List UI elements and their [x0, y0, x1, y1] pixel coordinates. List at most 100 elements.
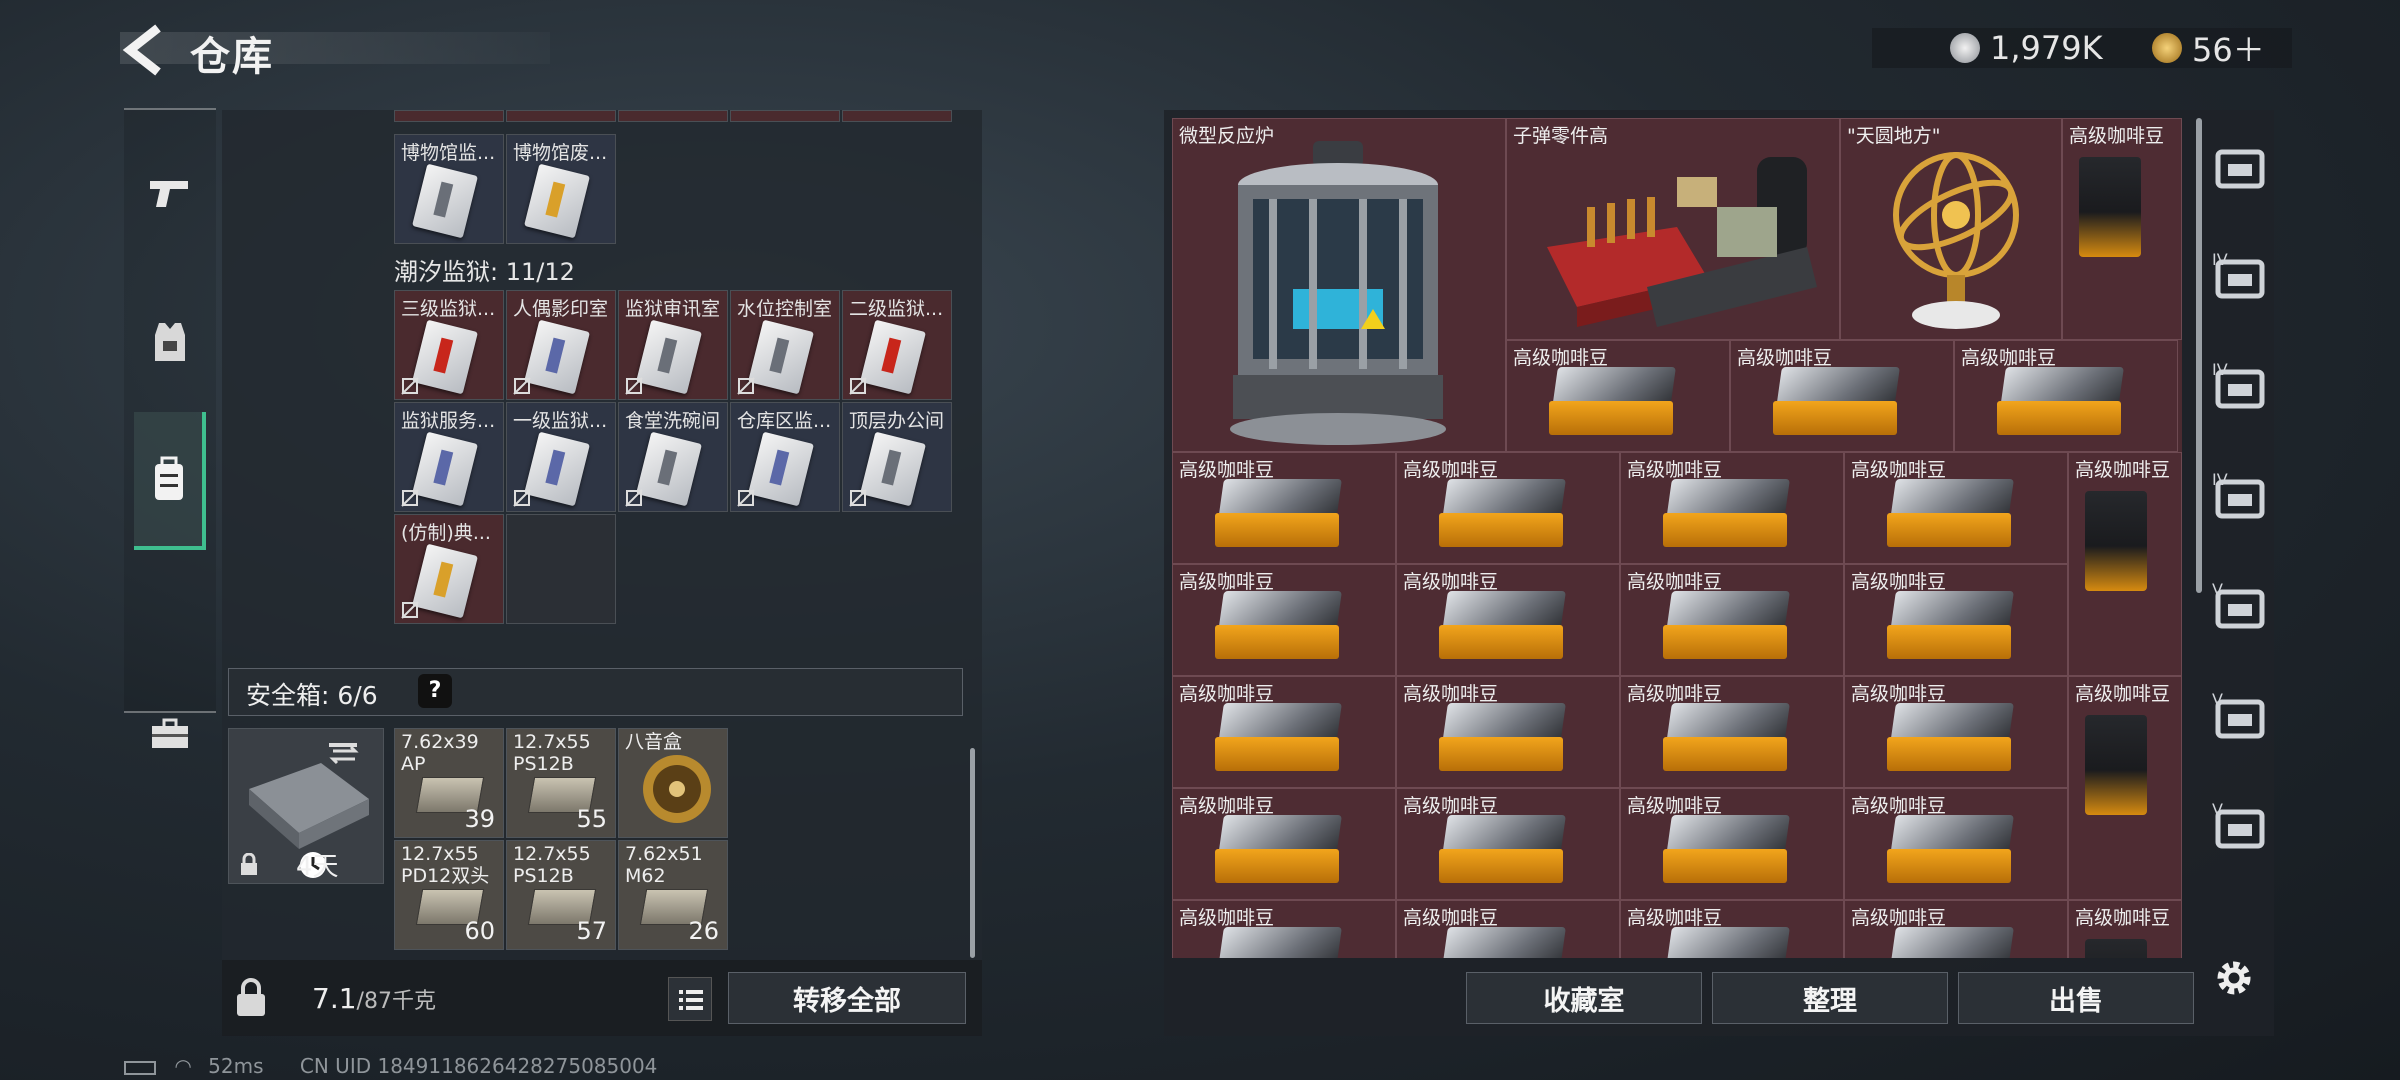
item-premium-coffee[interactable]: 高级咖啡豆: [1730, 340, 1954, 452]
help-button[interactable]: ?: [418, 674, 452, 708]
toolbox-v-icon[interactable]: V: [2212, 580, 2268, 636]
section-title: 潮汐监狱: 11/12: [394, 258, 575, 286]
safe-box-label: 安全箱: 6/6: [246, 681, 378, 710]
item-keycard[interactable]: 水位控制室: [730, 290, 840, 400]
coffee-bag-icon: [1215, 815, 1345, 887]
item-ammo[interactable]: 12.7x55 PD12双头 60: [394, 840, 504, 950]
item-bullet-parts[interactable]: 子弹零件高: [1506, 118, 1840, 340]
wifi-icon: ◠: [174, 1054, 192, 1078]
item-keycard[interactable]: 一级监狱...: [506, 402, 616, 512]
armor-vest-icon[interactable]: [134, 306, 206, 378]
no-link-icon: [625, 377, 643, 395]
item-premium-coffee[interactable]: 高级咖啡豆: [1620, 564, 1844, 676]
item-label: 高级咖啡豆: [1403, 459, 1499, 481]
item-premium-coffee[interactable]: 高级咖啡豆: [1396, 452, 1620, 564]
item-premium-coffee[interactable]: 高级咖啡豆: [1620, 788, 1844, 900]
item-keycard[interactable]: 监狱服务...: [394, 402, 504, 512]
item-premium-coffee[interactable]: 高级咖啡豆: [1506, 340, 1730, 452]
collection-room-button[interactable]: 收藏室: [1466, 972, 1702, 1024]
item-ammo[interactable]: 12.7x55 PS12B 57: [506, 840, 616, 950]
item-keycard[interactable]: 监狱审讯室: [618, 290, 728, 400]
item-label: 高级咖啡豆: [1627, 907, 1723, 929]
item-premium-coffee[interactable]: 高级咖啡豆: [1172, 564, 1396, 676]
item-premium-coffee[interactable]: 高级咖啡豆: [1396, 900, 1620, 958]
gear-case-v-icon[interactable]: V: [2212, 690, 2268, 746]
pistol-icon[interactable]: [134, 158, 206, 230]
item-label: "天圆地方": [1847, 125, 1941, 147]
briefcase-icon[interactable]: [134, 698, 206, 770]
folder-iv-icon[interactable]: IV: [2212, 360, 2268, 416]
item-premium-coffee[interactable]: 高级咖啡豆: [1172, 676, 1396, 788]
item-premium-coffee[interactable]: 高级咖啡豆: [2068, 452, 2182, 676]
gold-currency[interactable]: 56＋: [2152, 28, 2265, 69]
coffee-bag-icon: [1663, 927, 1793, 958]
item-premium-coffee[interactable]: 高级咖啡豆: [1844, 788, 2068, 900]
item-premium-coffee[interactable]: 高级咖啡豆: [1620, 900, 1844, 958]
gold-amount: 56＋: [2192, 31, 2265, 69]
item-premium-coffee[interactable]: 高级咖啡豆: [1172, 900, 1396, 958]
helmet-shelf-icon[interactable]: [2212, 140, 2268, 196]
no-link-icon: [737, 489, 755, 507]
item-ammo[interactable]: 12.7x55 PS12B 55: [506, 728, 616, 838]
item-music-box[interactable]: 八音盒: [618, 728, 728, 838]
item-micro-reactor[interactable]: 微型反应炉: [1172, 118, 1506, 452]
item-armillary-sphere[interactable]: "天圆地方": [1840, 118, 2062, 340]
keycard-icon: [860, 431, 926, 507]
warehouse-scrollbar[interactable]: [2196, 118, 2202, 593]
item-label: 三级监狱...: [401, 298, 496, 320]
item-keycard[interactable]: (仿制)典...: [394, 514, 504, 624]
item-premium-coffee[interactable]: 高级咖啡豆: [1844, 452, 2068, 564]
item-label: 监狱服务...: [401, 410, 496, 432]
coffee-bag-icon: [1215, 479, 1345, 551]
camera-v-icon[interactable]: V: [2212, 800, 2268, 856]
item-premium-coffee[interactable]: 高级咖啡豆: [2068, 900, 2182, 958]
transfer-all-button[interactable]: 转移全部: [728, 972, 966, 1024]
item-premium-coffee[interactable]: 高级咖啡豆: [1396, 788, 1620, 900]
item-premium-coffee[interactable]: 高级咖啡豆: [1954, 340, 2178, 452]
item-keycard[interactable]: 三级监狱...: [394, 290, 504, 400]
item-premium-coffee[interactable]: 高级咖啡豆: [1396, 564, 1620, 676]
back-arrow-icon[interactable]: [120, 22, 172, 78]
item-premium-coffee[interactable]: 高级咖啡豆: [1620, 452, 1844, 564]
item-keycard[interactable]: 仓库区监...: [730, 402, 840, 512]
organize-button[interactable]: 整理: [1712, 972, 1948, 1024]
item-premium-coffee[interactable]: 高级咖啡豆: [1172, 788, 1396, 900]
settings-gear-icon[interactable]: [2212, 956, 2256, 1004]
item-keycard[interactable]: 二级监狱...: [842, 290, 952, 400]
item-label: 高级咖啡豆: [1627, 459, 1723, 481]
empty-slot[interactable]: [506, 514, 616, 624]
armory-iv-icon[interactable]: IV: [2212, 250, 2268, 306]
inventory-scrollbar[interactable]: [970, 748, 975, 958]
item-premium-coffee[interactable]: 高级咖啡豆: [1396, 676, 1620, 788]
item-premium-coffee[interactable]: 高级咖啡豆: [2062, 118, 2182, 340]
item-ammo[interactable]: 7.62x51 M62 26: [618, 840, 728, 950]
nav-backpack-active[interactable]: [134, 412, 206, 550]
item-premium-coffee[interactable]: 高级咖啡豆: [1844, 900, 2068, 958]
list-view-button[interactable]: [668, 977, 712, 1021]
item-premium-coffee[interactable]: 高级咖啡豆: [1844, 676, 2068, 788]
list-icon: [679, 990, 703, 1010]
item-label: 高级咖啡豆: [1961, 347, 2057, 369]
item-label: 监狱审讯室: [625, 298, 721, 320]
item-keycard[interactable]: 顶层办公间: [842, 402, 952, 512]
no-link-icon: [737, 377, 755, 395]
keycard-icon: [748, 319, 814, 395]
coffee-bag-icon: [1887, 703, 2017, 775]
sell-button[interactable]: 出售: [1958, 972, 2194, 1024]
item-keycard[interactable]: 食堂洗碗间: [618, 402, 728, 512]
item-ammo[interactable]: 7.62x39 AP 39: [394, 728, 504, 838]
item-keycard[interactable]: 博物馆监...: [394, 134, 504, 244]
tab-level: V: [2212, 800, 2223, 819]
item-premium-coffee[interactable]: 高级咖啡豆: [1844, 564, 2068, 676]
coffee-bag-icon: [1887, 927, 2017, 958]
coffee-bag-icon: [1439, 479, 1569, 551]
item-keycard[interactable]: 人偶影印室: [506, 290, 616, 400]
item-premium-coffee[interactable]: 高级咖啡豆: [1620, 676, 1844, 788]
item-premium-coffee[interactable]: 高级咖啡豆: [1172, 452, 1396, 564]
music-box-icon: [643, 755, 711, 823]
item-premium-coffee[interactable]: 高级咖啡豆: [2068, 676, 2182, 900]
item-label: 高级咖啡豆: [1403, 571, 1499, 593]
tab-level: IV: [2212, 360, 2228, 379]
uid-readout: CN UID 1849118626428275085004: [299, 1054, 658, 1078]
medkit-iv-icon[interactable]: IV: [2212, 470, 2268, 526]
